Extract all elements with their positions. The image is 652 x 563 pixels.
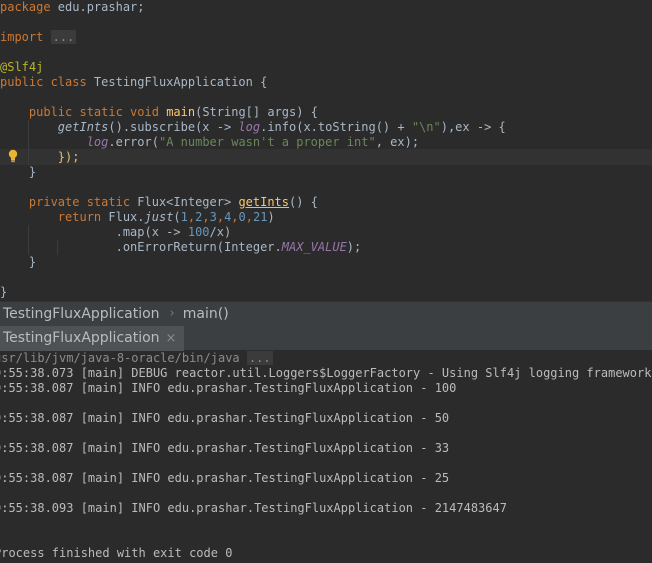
- code-line-close-getints: }: [28, 255, 37, 269]
- tab-label: TestingFluxApplication: [3, 330, 160, 346]
- code-line-close-class: }: [0, 285, 8, 299]
- console-command: usr/lib/jvm/java-8-oracle/bin/java ...: [0, 351, 273, 365]
- code-line-getints-decl: private static Flux<Integer> getInts() {: [28, 195, 318, 209]
- console-log-line: 9:55:38.087 [main] INFO edu.prashar.Test…: [0, 471, 450, 485]
- code-line-subscribe: getInts().subscribe(x -> log.info(x.toSt…: [57, 120, 506, 134]
- code-line-on-error-return: .onErrorReturn(Integer.MAX_VALUE);: [115, 240, 362, 254]
- breadcrumb: TestingFluxApplication › main(): [0, 301, 652, 326]
- breadcrumb-class[interactable]: TestingFluxApplication: [3, 306, 160, 322]
- breadcrumb-method[interactable]: main(): [183, 306, 229, 322]
- console-log-line: 9:55:38.087 [main] INFO edu.prashar.Test…: [0, 441, 450, 455]
- code-line-close-lambda: });: [57, 150, 80, 164]
- code-line-class-decl: public class TestingFluxApplication {: [0, 75, 268, 89]
- code-line-log-error: log.error("A number wasn't a proper int"…: [86, 135, 420, 149]
- code-line-close-main: }: [28, 165, 37, 179]
- code-line-main-decl: public static void main(String[] args) {: [28, 105, 318, 119]
- console-log-line: 9:55:38.073 [main] DEBUG reactor.util.Lo…: [0, 366, 652, 380]
- tab-run-config[interactable]: TestingFluxApplication ×: [0, 326, 185, 351]
- code-editor[interactable]: package edu.prashar; import ... @Slf4j p…: [0, 0, 652, 301]
- import-fold[interactable]: ...: [50, 30, 77, 44]
- code-line-import: import ...: [0, 30, 77, 44]
- run-console[interactable]: usr/lib/jvm/java-8-oracle/bin/java ... 9…: [0, 351, 652, 563]
- console-log-line: 9:55:38.093 [main] INFO edu.prashar.Test…: [0, 501, 507, 515]
- console-log-line: 9:55:38.087 [main] INFO edu.prashar.Test…: [0, 381, 457, 395]
- run-tab-bar: TestingFluxApplication ×: [0, 326, 652, 351]
- close-icon[interactable]: ×: [166, 331, 177, 346]
- caret-line-highlight: [0, 149, 652, 165]
- command-fold[interactable]: ...: [246, 351, 273, 365]
- code-line-return: return Flux.just(1,2,3,4,0,21): [57, 210, 275, 224]
- console-exit-line: Process finished with exit code 0: [0, 546, 233, 560]
- chevron-right-icon: ›: [169, 306, 175, 321]
- code-line-map: .map(x -> 100/x): [115, 225, 232, 239]
- code-line-package: package edu.prashar;: [0, 0, 145, 14]
- console-log-line: 9:55:38.087 [main] INFO edu.prashar.Test…: [0, 411, 450, 425]
- code-line-annotation: @Slf4j: [0, 60, 44, 74]
